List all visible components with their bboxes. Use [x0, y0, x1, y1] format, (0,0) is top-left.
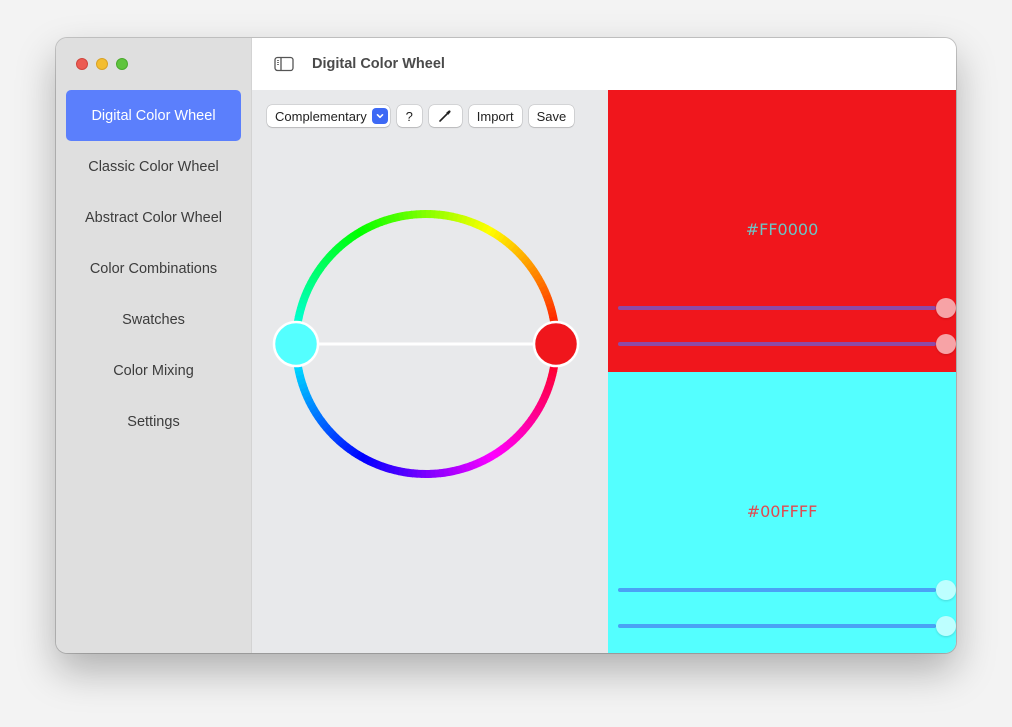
sidebar-item-classic-color-wheel[interactable]: Classic Color Wheel [66, 141, 241, 192]
slider-track [618, 587, 936, 592]
complement-color-handle[interactable] [272, 320, 320, 368]
wheel-pane: Complementary ? Import Save [252, 90, 608, 653]
slider-saturation[interactable] [618, 579, 956, 600]
color-panels: #FF0000 #00FFFF [608, 90, 956, 653]
slider-saturation[interactable] [618, 298, 956, 318]
title-bar: Digital Color Wheel [252, 38, 956, 90]
slider-brightness[interactable] [618, 615, 956, 636]
sidebar-item-color-mixing[interactable]: Color Mixing [66, 345, 241, 396]
sidebar-item-digital-color-wheel[interactable]: Digital Color Wheel [66, 90, 241, 141]
slider-track [618, 623, 936, 628]
slider-thumb[interactable] [936, 298, 956, 318]
app-window: Digital Color Wheel Classic Color Wheel … [56, 38, 956, 653]
slider-thumb[interactable] [936, 334, 956, 354]
sidebar-item-swatches[interactable]: Swatches [66, 294, 241, 345]
color-panel-primary: #FF0000 [608, 90, 956, 372]
maximize-button[interactable] [116, 58, 128, 70]
sidebar-item-color-combinations[interactable]: Color Combinations [66, 243, 241, 294]
sidebar-nav: Digital Color Wheel Classic Color Wheel … [66, 90, 241, 447]
sidebar-item-abstract-color-wheel[interactable]: Abstract Color Wheel [66, 192, 241, 243]
slider-track [618, 306, 936, 310]
slider-thumb[interactable] [936, 615, 956, 636]
window-title: Digital Color Wheel [312, 56, 445, 72]
base-color-handle[interactable] [532, 320, 580, 368]
slider-track [618, 342, 936, 346]
sidebar-item-settings[interactable]: Settings [66, 396, 241, 447]
color-panel-complement: #00FFFF [608, 371, 956, 653]
sidebar-toggle-button[interactable] [274, 56, 294, 72]
sidebar-icon [274, 56, 294, 72]
slider-thumb[interactable] [936, 579, 956, 600]
close-button[interactable] [76, 58, 88, 70]
sidebar: Digital Color Wheel Classic Color Wheel … [56, 38, 252, 653]
hex-label[interactable]: #00FFFF [608, 502, 956, 521]
slider-brightness[interactable] [618, 334, 956, 354]
window-controls [76, 58, 128, 70]
hex-label[interactable]: #FF0000 [608, 220, 956, 239]
minimize-button[interactable] [96, 58, 108, 70]
color-wheel[interactable] [252, 90, 608, 653]
